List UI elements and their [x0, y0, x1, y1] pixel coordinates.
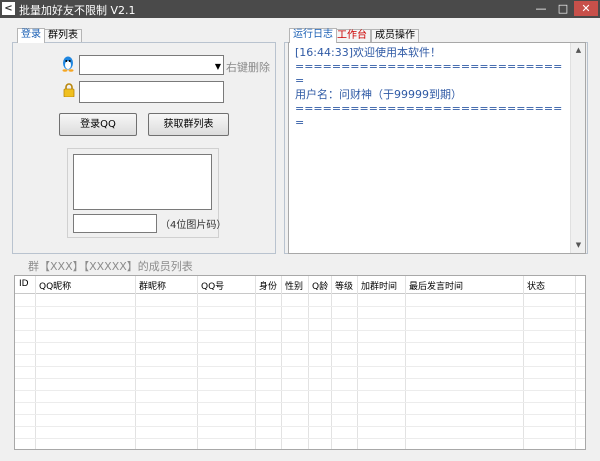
- column-divider: [35, 276, 36, 449]
- log-line: [16:44:33]欢迎使用本软件！: [295, 46, 441, 59]
- table-row: [15, 330, 585, 331]
- captcha-hint: （4位图片码）: [160, 220, 227, 231]
- column-header[interactable]: 状态: [527, 279, 545, 292]
- column-header[interactable]: 性别: [285, 279, 303, 292]
- close-button[interactable]: ✕: [574, 1, 598, 16]
- log-text: [16:44:33]欢迎使用本软件！ =====================…: [295, 46, 567, 130]
- table-row: [15, 426, 585, 427]
- account-hint: 右键删除: [226, 61, 270, 74]
- tab-login[interactable]: 登录: [17, 28, 45, 43]
- table-row: [15, 354, 585, 355]
- table-row: [15, 402, 585, 403]
- tab-member-ops[interactable]: 成员操作: [371, 29, 419, 43]
- scroll-down-icon[interactable]: ▼: [571, 238, 586, 253]
- table-row: [15, 306, 585, 307]
- log-line: ==============================: [295, 60, 563, 87]
- minimize-button[interactable]: —: [531, 1, 551, 16]
- column-divider: [255, 276, 256, 449]
- members-table[interactable]: ID QQ昵称 群昵称 QQ号 身份 性别 Q龄 等级 加群时间 最后发言时间 …: [14, 275, 586, 450]
- app-icon[interactable]: <: [2, 2, 15, 15]
- fetch-groups-button[interactable]: 获取群列表: [148, 113, 229, 136]
- lock-icon: [63, 83, 75, 98]
- password-field[interactable]: [79, 81, 224, 103]
- column-divider: [523, 276, 524, 449]
- column-divider: [357, 276, 358, 449]
- title-bar: < 批量加好友不限制 V2.1 — □ ✕: [0, 0, 600, 18]
- tab-group-list[interactable]: 群列表: [44, 29, 82, 43]
- table-row: [15, 414, 585, 415]
- chevron-down-icon[interactable]: ▼: [215, 62, 221, 71]
- window-title: 批量加好友不限制 V2.1: [19, 4, 136, 17]
- column-divider: [135, 276, 136, 449]
- table-row: [15, 342, 585, 343]
- column-header[interactable]: QQ昵称: [39, 279, 71, 292]
- login-button[interactable]: 登录QQ: [59, 113, 137, 136]
- account-combobox[interactable]: ▼: [79, 55, 224, 75]
- table-row: [15, 438, 585, 439]
- captcha-input[interactable]: [73, 214, 157, 233]
- column-header[interactable]: 等级: [335, 279, 353, 292]
- column-divider: [197, 276, 198, 449]
- members-title: 群【XXX】【XXXXX】的成员列表: [28, 260, 193, 273]
- table-row: [15, 318, 585, 319]
- column-header[interactable]: 身份: [259, 279, 277, 292]
- tab-run-log[interactable]: 运行日志: [289, 28, 337, 43]
- qq-penguin-icon: [61, 56, 75, 72]
- column-header[interactable]: Q龄: [312, 279, 328, 292]
- table-row: [15, 390, 585, 391]
- table-row: [15, 366, 585, 367]
- table-row: [15, 378, 585, 379]
- log-line: ==============================: [295, 102, 563, 129]
- run-log[interactable]: [16:44:33]欢迎使用本软件！ =====================…: [288, 42, 586, 254]
- column-divider: [308, 276, 309, 449]
- column-header[interactable]: 最后发言时间: [409, 279, 463, 292]
- maximize-button[interactable]: □: [553, 1, 573, 16]
- log-line: 用户名：问财神（于99999到期）: [295, 88, 462, 101]
- column-divider: [331, 276, 332, 449]
- scroll-up-icon[interactable]: ▲: [571, 43, 586, 58]
- column-header[interactable]: QQ号: [201, 279, 224, 292]
- column-divider: [405, 276, 406, 449]
- captcha-image: [73, 154, 212, 210]
- log-scrollbar[interactable]: ▲ ▼: [570, 43, 585, 253]
- column-header[interactable]: ID: [19, 279, 29, 289]
- column-divider: [575, 276, 576, 449]
- column-header[interactable]: 群昵称: [139, 279, 166, 292]
- tab-workbench[interactable]: 工作台: [333, 29, 371, 43]
- table-header: ID QQ昵称 群昵称 QQ号 身份 性别 Q龄 等级 加群时间 最后发言时间 …: [15, 276, 585, 294]
- column-divider: [281, 276, 282, 449]
- column-header[interactable]: 加群时间: [361, 279, 397, 292]
